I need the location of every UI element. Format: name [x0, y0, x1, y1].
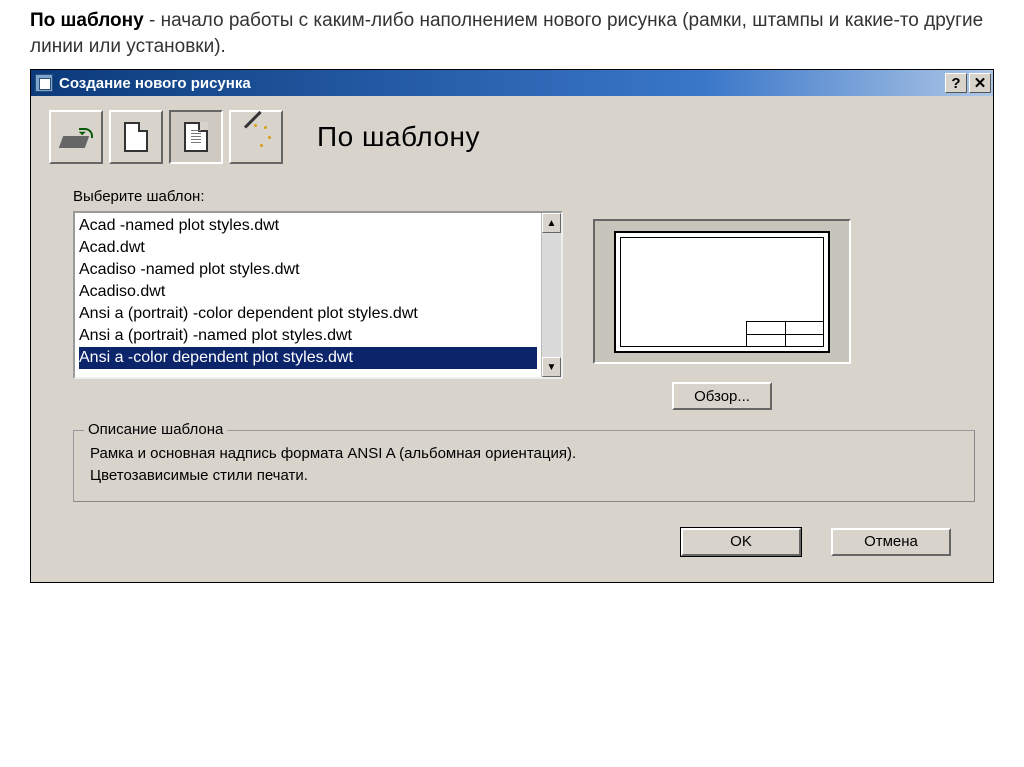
scroll-up-button[interactable]: ▲: [542, 213, 561, 233]
dialog-body: По шаблону Выберите шаблон: Acad -named …: [31, 96, 993, 582]
description-line2: Цветозависимые стили печати.: [90, 465, 958, 487]
ok-button[interactable]: OK: [681, 528, 801, 556]
mode-toolbar: По шаблону: [49, 110, 975, 164]
description-line1: Рамка и основная надпись формата ANSI A …: [90, 443, 958, 465]
description-legend: Описание шаблона: [84, 421, 227, 438]
template-doc-icon: [184, 122, 208, 152]
mode-wizard-button[interactable]: [229, 110, 283, 164]
list-item[interactable]: Acadiso -named plot styles.dwt: [79, 259, 537, 281]
dialog: Создание нового рисунка ? ✕: [30, 69, 994, 583]
browse-button[interactable]: Обзор...: [672, 382, 772, 410]
description-fieldset: Описание шаблона Рамка и основная надпис…: [73, 430, 975, 502]
mode-open-button[interactable]: [49, 110, 103, 164]
select-template-label: Выберите шаблон:: [73, 188, 975, 205]
mode-template-button[interactable]: [169, 110, 223, 164]
list-item[interactable]: Acadiso.dwt: [79, 281, 537, 303]
close-button[interactable]: ✕: [969, 73, 991, 93]
dialog-buttons: OK Отмена: [49, 502, 975, 560]
wizard-wand-icon: [241, 122, 271, 152]
folder-open-icon: [59, 126, 93, 148]
intro-text: По шаблону - начало работы с каким-либо …: [30, 8, 994, 59]
blank-doc-icon: [124, 122, 148, 152]
titlebar: Создание нового рисунка ? ✕: [31, 70, 993, 96]
preview-frame-icon: [614, 231, 830, 353]
list-item[interactable]: Ansi a -color dependent plot styles.dwt: [79, 347, 537, 369]
mode-default-button[interactable]: [109, 110, 163, 164]
intro-bold: По шаблону: [30, 10, 144, 31]
intro-rest: - начало работы с каким-либо наполнением…: [30, 10, 983, 57]
scroll-down-button[interactable]: ▼: [542, 357, 561, 377]
scrollbar[interactable]: ▲ ▼: [541, 213, 561, 377]
list-item[interactable]: Acad.dwt: [79, 237, 537, 259]
mode-heading: По шаблону: [317, 121, 480, 153]
cancel-button[interactable]: Отмена: [831, 528, 951, 556]
dialog-title: Создание нового рисунка: [59, 75, 251, 92]
app-icon: [35, 74, 53, 92]
list-item[interactable]: Acad -named plot styles.dwt: [79, 215, 537, 237]
list-item[interactable]: Ansi a (portrait) -named plot styles.dwt: [79, 325, 537, 347]
list-item[interactable]: Ansi a (portrait) -color dependent plot …: [79, 303, 537, 325]
help-button[interactable]: ?: [945, 73, 967, 93]
template-listbox[interactable]: Acad -named plot styles.dwtAcad.dwtAcadi…: [73, 211, 563, 379]
template-preview: [593, 219, 851, 364]
scroll-track[interactable]: [542, 233, 561, 357]
